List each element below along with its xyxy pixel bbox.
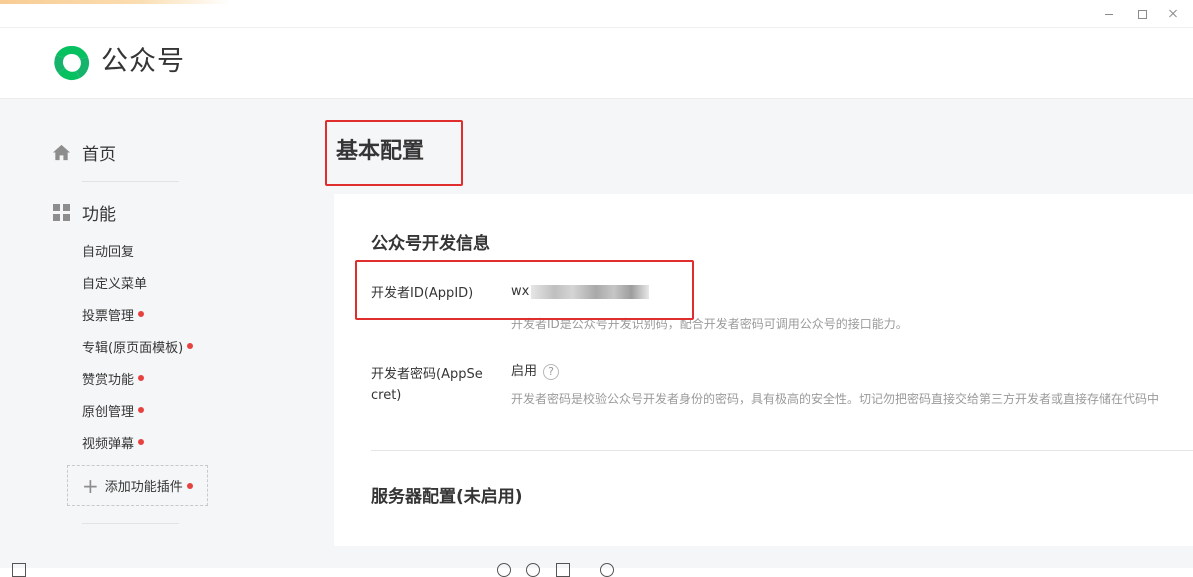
close-icon[interactable] [1166,7,1180,21]
appsecret-label-line2: cret) [371,388,402,403]
home-icon [52,144,71,160]
toolbar-circle-icon[interactable] [497,563,511,577]
sidebar-item-custom-menu[interactable]: 自定义菜单 [82,272,147,292]
section-title-server-config: 服务器配置(未启用) [371,487,523,507]
appsecret-description: 开发者密码是校验公众号开发者身份的密码，具有极高的安全性。切记勿把密码直接交给第… [511,392,1160,406]
notice-dot [138,375,145,381]
section-divider [371,450,1193,451]
sidebar-item-label: 视频弹幕 [82,436,135,452]
sidebar-item-vote-management[interactable]: 投票管理 [82,304,145,324]
wechat-official-account-logo-icon[interactable] [52,43,92,83]
add-plugin-label: 添加功能插件 [104,480,183,495]
sidebar-item-label: 自定义菜单 [82,276,148,292]
sidebar-item-home-label: 首页 [82,144,116,165]
maximize-icon[interactable] [1135,7,1149,21]
bottom-toolbar [0,546,1193,577]
toolbar-square-icon[interactable] [556,563,570,577]
sidebar-item-label: 自动回复 [82,244,135,260]
notice-dot [186,482,193,489]
minimize-icon[interactable] [1102,7,1116,21]
annotation-highlight-appid [355,260,694,320]
sidebar-item-label: 赞赏功能 [82,372,135,388]
toolbar-rotate-icon[interactable] [600,563,614,577]
sidebar-divider [82,523,179,524]
sidebar-item-album[interactable]: 专辑(原页面模板) [82,336,194,356]
sidebar-item-auto-reply[interactable]: 自动回复 [82,240,134,260]
notice-dot [138,439,145,445]
notice-dot [187,343,194,349]
title-notice-mark [0,0,230,4]
sidebar-item-label: 投票管理 [82,308,135,324]
annotation-highlight-title [325,120,463,186]
appsecret-label: 开发者密码(AppSe cret) [371,364,483,406]
plus-icon: + [82,473,99,498]
appsecret-status-text: 启用 [511,364,538,379]
sidebar-item-original-management[interactable]: 原创管理 [82,400,145,420]
sidebar-item-label: 原创管理 [82,404,135,420]
sidebar-item-functions-label: 功能 [82,204,116,225]
toolbar-circle-icon[interactable] [526,563,540,577]
help-icon[interactable]: ? [543,363,560,380]
appsecret-label-line1: 开发者密码(AppSe [371,367,483,382]
sidebar-item-label: 专辑(原页面模板) [82,340,184,356]
appsecret-status: 启用? [511,360,560,380]
sidebar-divider [82,181,179,182]
app-header: 公众号 [0,28,1193,99]
sidebar-item-video-danmaku[interactable]: 视频弹幕 [82,432,145,452]
add-plugin-button[interactable]: + 添加功能插件 [67,465,208,506]
notice-dot [138,407,145,413]
app-title[interactable]: 公众号 [101,44,185,80]
sidebar-item-functions[interactable]: 功能 [52,199,116,225]
sidebar-item-home[interactable]: 首页 [52,139,116,165]
sidebar: 首页 功能 自动回复 自定义菜单 投票管理 专辑(原页面模板) 赞赏功能 原创管… [0,99,334,545]
notice-dot [138,311,145,317]
toolbar-square-icon[interactable] [12,563,26,577]
dev-info-card: 公众号开发信息 开发者ID(AppID) wx 开发者ID是公众号开发识别码，配… [334,194,1193,546]
section-title-dev-info: 公众号开发信息 [371,234,490,254]
grid-icon [52,203,71,222]
window-titlebar [0,0,1193,28]
sidebar-item-reward[interactable]: 赞赏功能 [82,368,145,388]
